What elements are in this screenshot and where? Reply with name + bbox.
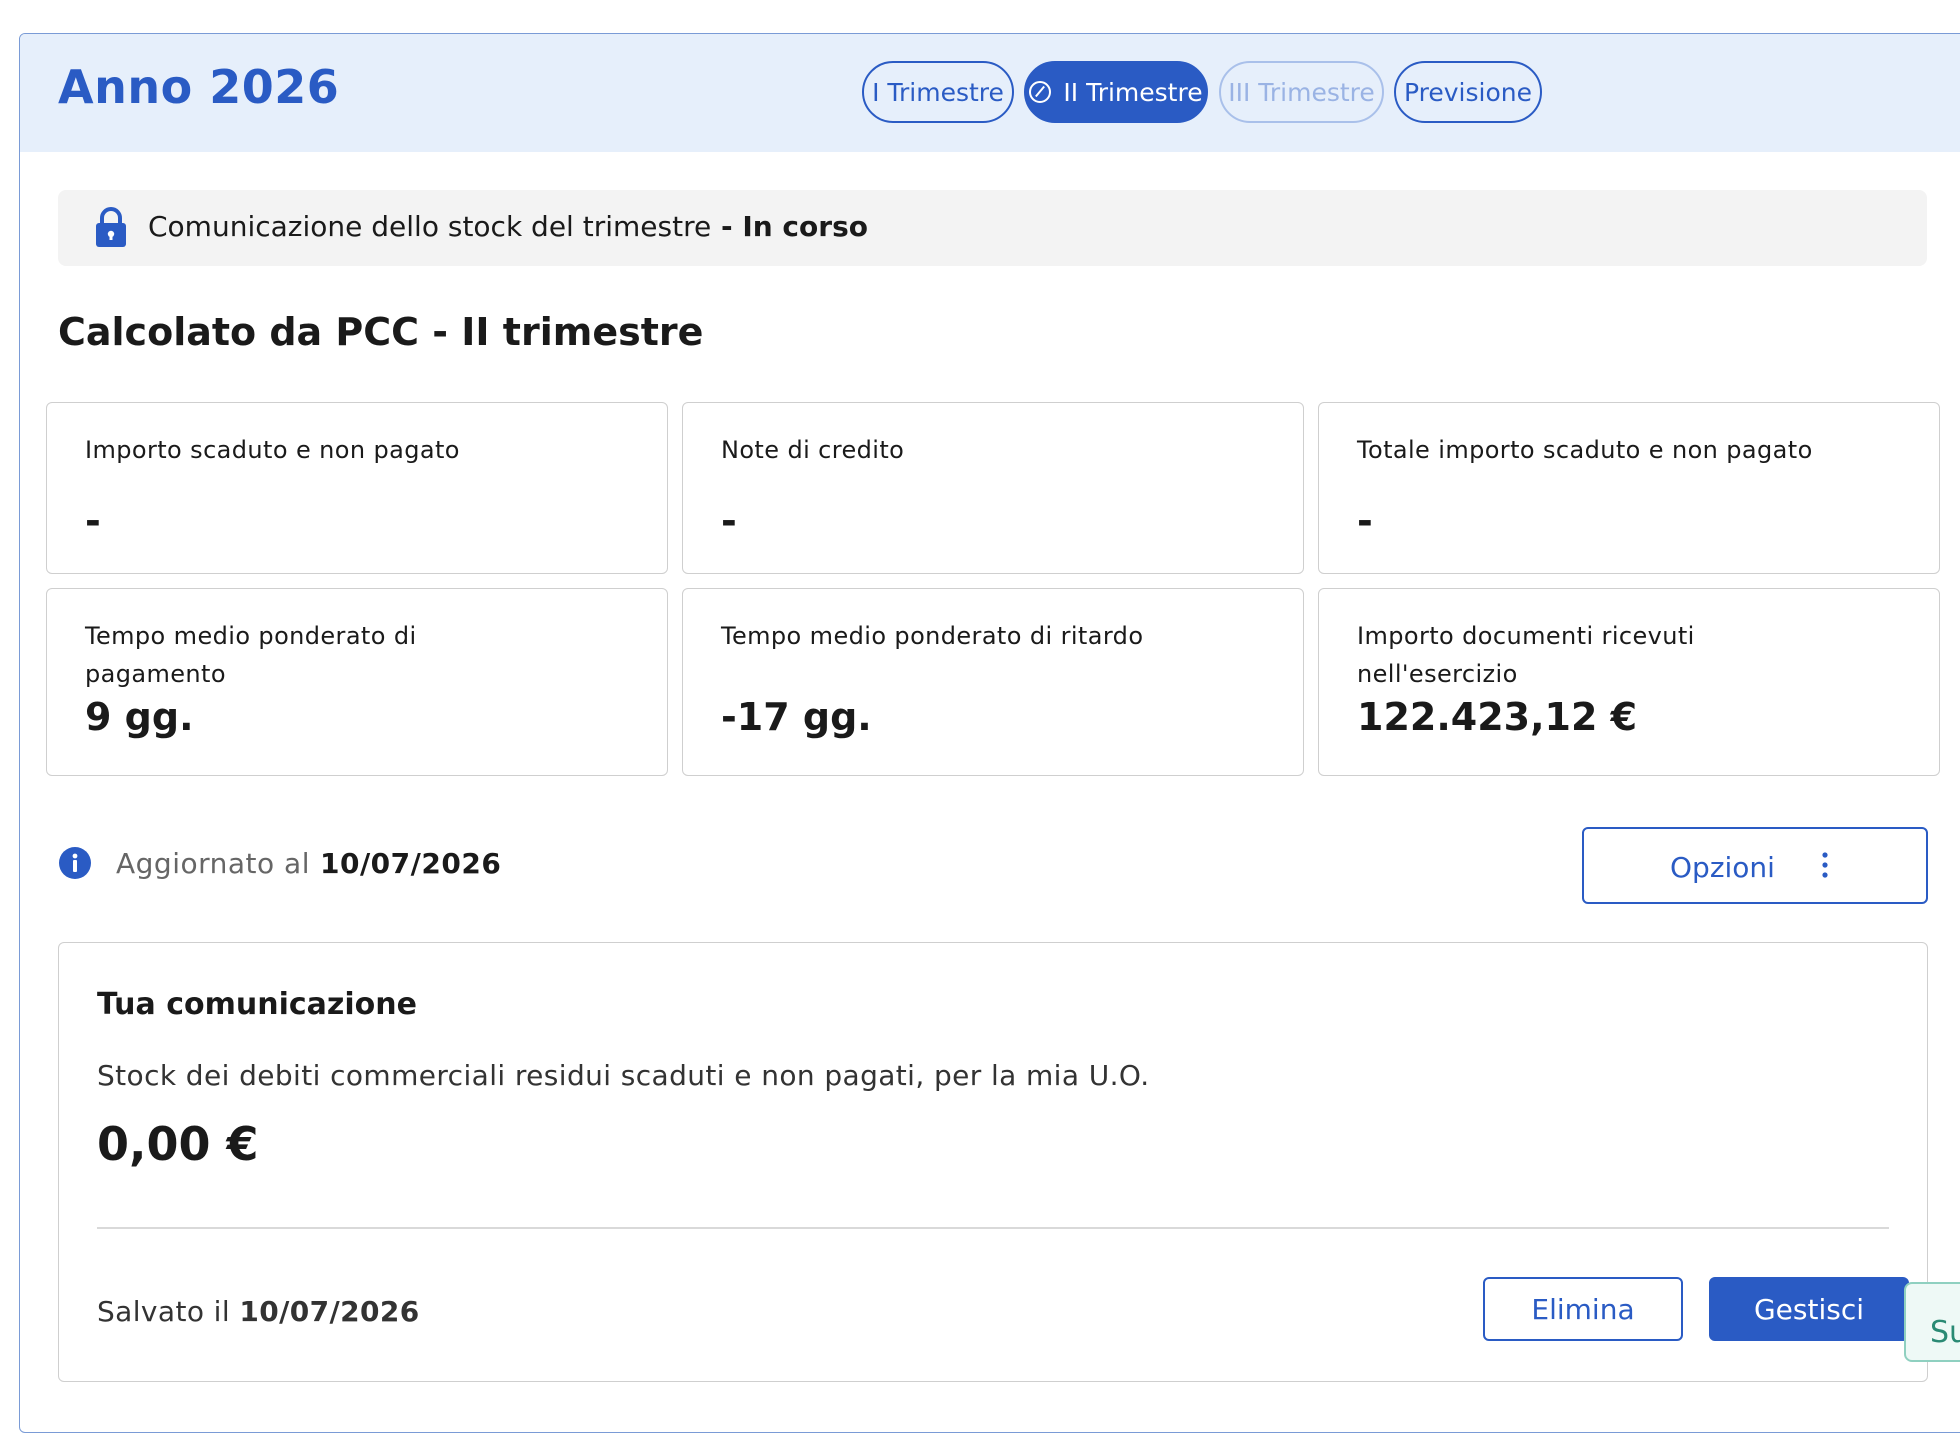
card-value: 9 gg. (85, 695, 194, 739)
saved-label: Salvato il (97, 1295, 231, 1328)
card-label: Importo documenti ricevuti nell'esercizi… (1357, 622, 1695, 688)
tab-iii-trimestre[interactable]: III Trimestre (1219, 61, 1384, 123)
card-importo-documenti: Importo documenti ricevuti nell'esercizi… (1318, 588, 1940, 776)
tab-previsione[interactable]: Previsione (1394, 61, 1542, 123)
communication-title: Tua comunicazione (97, 987, 417, 1022)
status-bar: Comunicazione dello stock del trimestre … (58, 190, 1927, 266)
card-note-credito: Note di credito - (682, 402, 1304, 574)
manage-button[interactable]: Gestisci (1709, 1277, 1909, 1341)
year-title: Anno 2026 (58, 60, 340, 114)
card-value: - (85, 499, 101, 543)
floating-button[interactable]: Su (1904, 1282, 1960, 1362)
tab-i-trimestre[interactable]: I Trimestre (862, 61, 1014, 123)
status-separator: - (711, 210, 743, 243)
card-value: 122.423,12 € (1357, 695, 1638, 739)
tab-label: Previsione (1404, 77, 1532, 107)
card-label: Tempo medio ponderato di ritardo (721, 622, 1144, 650)
updated-date: 10/07/2026 (319, 847, 502, 880)
tab-label: III Trimestre (1228, 77, 1375, 107)
card-label: Note di credito (721, 436, 905, 464)
status-message: Comunicazione dello stock del trimestre (148, 210, 712, 243)
communication-description: Stock dei debiti commerciali residui sca… (97, 1059, 1150, 1092)
card-label: Tempo medio ponderato di pagamento (85, 622, 417, 688)
tab-label: II Trimestre (1063, 77, 1203, 107)
info-icon (58, 846, 92, 884)
card-value: - (1357, 499, 1373, 543)
card-importo-scaduto: Importo scaduto e non pagato - (46, 402, 668, 574)
tab-label: I Trimestre (872, 77, 1004, 107)
lock-icon (94, 206, 128, 252)
card-label: Totale importo scaduto e non pagato (1357, 436, 1813, 464)
quarter-panel: Anno 2026 I Trimestre II Trimestre III T… (19, 33, 1960, 1433)
saved-date: 10/07/2026 (239, 1295, 420, 1328)
status-state: In corso (742, 210, 868, 243)
card-totale-importo: Totale importo scaduto e non pagato - (1318, 402, 1940, 574)
tab-ii-trimestre[interactable]: II Trimestre (1024, 61, 1208, 123)
card-value: -17 gg. (721, 695, 872, 739)
section-title: Calcolato da PCC - II trimestre (58, 310, 704, 354)
divider (97, 1227, 1889, 1229)
updated-text: Aggiornato al 10/07/2026 (116, 847, 501, 880)
options-button[interactable]: Opzioni (1582, 827, 1928, 904)
communication-card: Tua comunicazione Stock dei debiti comme… (58, 942, 1928, 1382)
card-label: Importo scaduto e non pagato (85, 436, 460, 464)
panel-header: Anno 2026 I Trimestre II Trimestre III T… (20, 34, 1960, 152)
saved-text: Salvato il 10/07/2026 (97, 1295, 420, 1328)
card-value: - (721, 499, 737, 543)
circle-check-icon (1029, 81, 1052, 103)
card-tempo-ritardo: Tempo medio ponderato di ritardo -17 gg. (682, 588, 1304, 776)
more-vertical-icon (1820, 851, 1830, 888)
card-tempo-pagamento: Tempo medio ponderato di pagamento 9 gg. (46, 588, 668, 776)
communication-amount: 0,00 € (97, 1117, 259, 1171)
delete-button[interactable]: Elimina (1483, 1277, 1683, 1341)
updated-label: Aggiornato al (116, 847, 310, 880)
options-label: Opzioni (1670, 851, 1775, 884)
status-text: Comunicazione dello stock del trimestre … (148, 210, 868, 243)
